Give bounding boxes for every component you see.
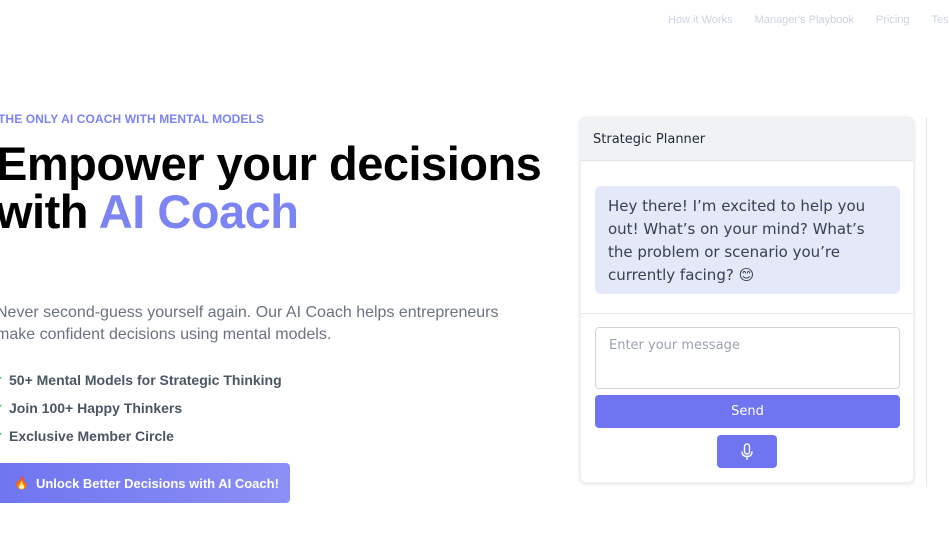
microphone-icon <box>741 442 753 460</box>
mic-button[interactable] <box>717 435 777 468</box>
assistant-message: Hey there! I’m excited to help you out! … <box>595 186 900 294</box>
headline-accent: AI Coach <box>98 185 299 238</box>
hero-subheadline: Never second-guess yourself again. Our A… <box>0 304 499 343</box>
check-icon: ✓ <box>0 430 9 443</box>
feature-list: ✓ 50+ Mental Models for Strategic Thinki… <box>0 366 282 450</box>
section-divider <box>926 117 927 487</box>
feature-label: Exclusive Member Circle <box>9 428 174 444</box>
chat-divider <box>581 313 913 314</box>
send-button[interactable]: Send <box>595 395 900 428</box>
feature-item: ✓ Exclusive Member Circle <box>0 422 282 450</box>
feature-item: ✓ 50+ Mental Models for Strategic Thinki… <box>0 366 282 394</box>
check-icon: ✓ <box>0 402 9 415</box>
top-nav: How it Works Manager's Playbook Pricing … <box>668 14 949 26</box>
message-input[interactable] <box>595 327 900 389</box>
chat-widget: Strategic Planner Hey there! I’m excited… <box>580 117 914 483</box>
cta-button[interactable]: 🔥 Unlock Better Decisions with AI Coach! <box>0 463 290 503</box>
nav-link-testimonials[interactable]: Tes <box>932 14 949 26</box>
feature-label: Join 100+ Happy Thinkers <box>9 400 183 416</box>
feature-label: 50+ Mental Models for Strategic Thinking <box>9 372 282 388</box>
cta-label: Unlock Better Decisions with AI Coach! <box>35 475 279 491</box>
fire-icon: 🔥 <box>14 476 29 490</box>
check-icon: ✓ <box>0 374 9 387</box>
feature-item: ✓ Join 100+ Happy Thinkers <box>0 394 282 422</box>
nav-link-pricing[interactable]: Pricing <box>876 14 910 26</box>
nav-link-how-it-works[interactable]: How it Works <box>668 14 733 26</box>
hero-headline: Empower your decisions with AI Coach <box>0 140 556 236</box>
nav-link-managers-playbook[interactable]: Manager's Playbook <box>755 14 854 26</box>
chat-title: Strategic Planner <box>581 118 913 161</box>
landing-page: How it Works Manager's Playbook Pricing … <box>0 0 950 534</box>
hero-eyebrow: THE ONLY AI COACH WITH MENTAL MODELS <box>0 112 265 126</box>
